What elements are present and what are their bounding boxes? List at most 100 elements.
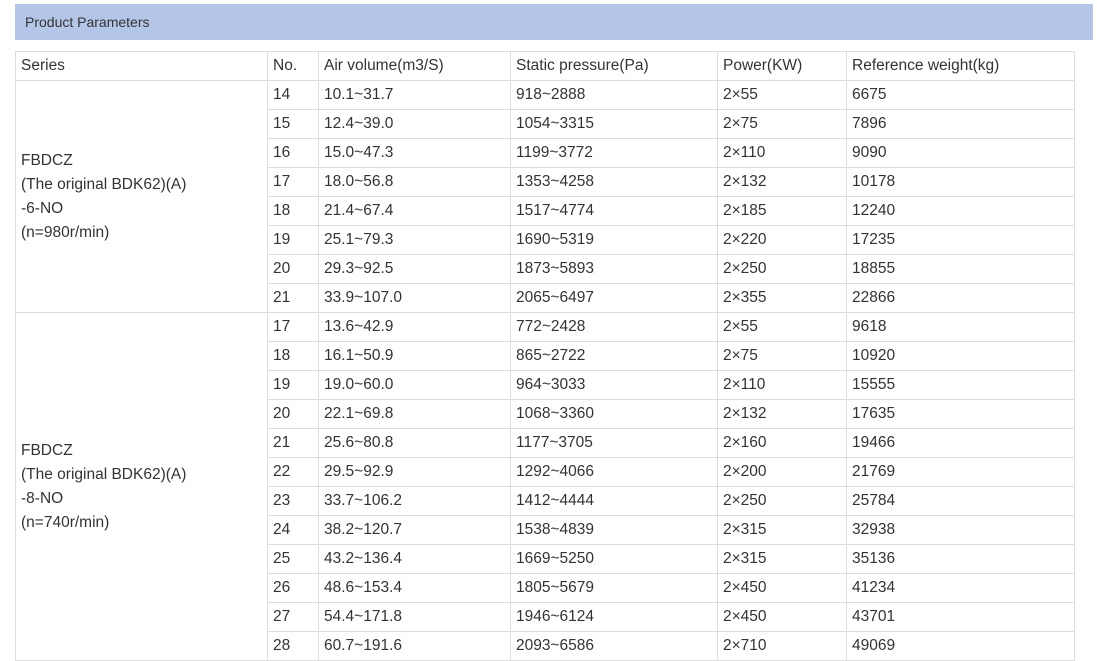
- section-title: Product Parameters: [25, 14, 150, 30]
- cell-air-volume: 15.0~47.3: [318, 138, 511, 168]
- cell-air-volume: 54.4~171.8: [318, 602, 511, 632]
- cell-reference-weight: 32938: [846, 515, 1075, 545]
- cell-no: 19: [267, 370, 319, 400]
- cell-no: 19: [267, 225, 319, 255]
- cell-reference-weight: 49069: [846, 631, 1075, 661]
- cell-reference-weight: 18855: [846, 254, 1075, 284]
- cell-reference-weight: 15555: [846, 370, 1075, 400]
- cell-power: 2×160: [717, 428, 847, 458]
- cell-static-pressure: 865~2722: [510, 341, 718, 371]
- cell-power: 2×450: [717, 573, 847, 603]
- header-cell-reference-weight: Reference weight(kg): [846, 51, 1075, 81]
- cell-air-volume: 10.1~31.7: [318, 80, 511, 110]
- series-line: (The original BDK62)(A): [21, 465, 187, 483]
- series-cell: FBDCZ (The original BDK62)(A) -6-NO (n=980r…: [15, 80, 268, 313]
- cell-no: 22: [267, 457, 319, 487]
- series-line: FBDCZ: [21, 151, 73, 169]
- cell-no: 16: [267, 138, 319, 168]
- cell-no: 18: [267, 196, 319, 226]
- cell-air-volume: 25.1~79.3: [318, 225, 511, 255]
- cell-static-pressure: 1177~3705: [510, 428, 718, 458]
- cell-static-pressure: 1412~4444: [510, 486, 718, 516]
- section-header: Product Parameters: [15, 4, 1093, 40]
- cell-no: 14: [267, 80, 319, 110]
- cell-no: 27: [267, 602, 319, 632]
- series-cell: FBDCZ (The original BDK62)(A) -8-NO (n=740r…: [15, 312, 268, 661]
- series-line: (n=980r/min): [21, 223, 110, 241]
- cell-reference-weight: 35136: [846, 544, 1075, 574]
- cell-static-pressure: 1538~4839: [510, 515, 718, 545]
- cell-power: 2×132: [717, 399, 847, 429]
- cell-air-volume: 18.0~56.8: [318, 167, 511, 197]
- cell-static-pressure: 1292~4066: [510, 457, 718, 487]
- cell-reference-weight: 12240: [846, 196, 1075, 226]
- cell-power: 2×75: [717, 109, 847, 139]
- cell-air-volume: 60.7~191.6: [318, 631, 511, 661]
- cell-no: 28: [267, 631, 319, 661]
- table-row: FBDCZ (The original BDK62)(A) -6-NO (n=980r…: [15, 80, 1075, 313]
- table-body: Series No. Air volume(m3/S) Static press…: [15, 51, 1075, 661]
- cell-power: 2×110: [717, 370, 847, 400]
- cell-static-pressure: 1054~3315: [510, 109, 718, 139]
- cell-static-pressure: 1199~3772: [510, 138, 718, 168]
- header-cell-static-pressure: Static pressure(Pa): [510, 51, 718, 81]
- cell-power: 2×200: [717, 457, 847, 487]
- cell-static-pressure: 1946~6124: [510, 602, 718, 632]
- cell-air-volume: 22.1~69.8: [318, 399, 511, 429]
- cell-static-pressure: 1068~3360: [510, 399, 718, 429]
- cell-reference-weight: 17635: [846, 399, 1075, 429]
- header-cell-power: Power(KW): [717, 51, 847, 81]
- cell-no: 20: [267, 254, 319, 284]
- cell-reference-weight: 7896: [846, 109, 1075, 139]
- cell-power: 2×315: [717, 544, 847, 574]
- cell-air-volume: 43.2~136.4: [318, 544, 511, 574]
- series-line: FBDCZ: [21, 441, 73, 459]
- cell-static-pressure: 1873~5893: [510, 254, 718, 284]
- cell-static-pressure: 1517~4774: [510, 196, 718, 226]
- cell-air-volume: 12.4~39.0: [318, 109, 511, 139]
- cell-no: 15: [267, 109, 319, 139]
- cell-no: 20: [267, 399, 319, 429]
- cell-reference-weight: 21769: [846, 457, 1075, 487]
- cell-static-pressure: 918~2888: [510, 80, 718, 110]
- cell-air-volume: 25.6~80.8: [318, 428, 511, 458]
- cell-no: 24: [267, 515, 319, 545]
- cell-power: 2×185: [717, 196, 847, 226]
- cell-power: 2×75: [717, 341, 847, 371]
- cell-power: 2×250: [717, 486, 847, 516]
- cell-power: 2×710: [717, 631, 847, 661]
- cell-power: 2×250: [717, 254, 847, 284]
- header-cell-air-volume: Air volume(m3/S): [318, 51, 511, 81]
- cell-air-volume: 16.1~50.9: [318, 341, 511, 371]
- cell-air-volume: 33.7~106.2: [318, 486, 511, 516]
- table-row: FBDCZ (The original BDK62)(A) -8-NO (n=740r…: [15, 312, 1075, 661]
- cell-reference-weight: 6675: [846, 80, 1075, 110]
- cell-power: 2×132: [717, 167, 847, 197]
- cell-air-volume: 21.4~67.4: [318, 196, 511, 226]
- cell-no: 23: [267, 486, 319, 516]
- cell-reference-weight: 25784: [846, 486, 1075, 516]
- cell-power: 2×55: [717, 80, 847, 110]
- series-line: (n=740r/min): [21, 513, 110, 531]
- cell-static-pressure: 772~2428: [510, 312, 718, 342]
- product-parameters-table: Series No. Air volume(m3/S) Static press…: [15, 51, 1075, 661]
- cell-air-volume: 48.6~153.4: [318, 573, 511, 603]
- cell-static-pressure: 1690~5319: [510, 225, 718, 255]
- cell-reference-weight: 9090: [846, 138, 1075, 168]
- series-line: (The original BDK62)(A): [21, 175, 187, 193]
- cell-no: 26: [267, 573, 319, 603]
- cell-static-pressure: 964~3033: [510, 370, 718, 400]
- cell-power: 2×355: [717, 283, 847, 313]
- cell-power: 2×315: [717, 515, 847, 545]
- cell-no: 17: [267, 312, 319, 342]
- table-header-row: Series No. Air volume(m3/S) Static press…: [15, 51, 1075, 81]
- cell-no: 25: [267, 544, 319, 574]
- cell-no: 21: [267, 428, 319, 458]
- cell-no: 18: [267, 341, 319, 371]
- cell-reference-weight: 19466: [846, 428, 1075, 458]
- cell-static-pressure: 1669~5250: [510, 544, 718, 574]
- cell-air-volume: 29.5~92.9: [318, 457, 511, 487]
- cell-reference-weight: 22866: [846, 283, 1075, 313]
- series-line: -8-NO: [21, 489, 64, 507]
- cell-air-volume: 33.9~107.0: [318, 283, 511, 313]
